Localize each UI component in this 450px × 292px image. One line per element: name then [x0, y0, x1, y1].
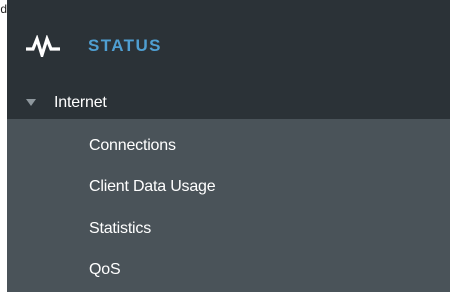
sidebar-header[interactable]: STATUS — [7, 0, 450, 87]
section-title: STATUS — [88, 36, 162, 55]
sidebar-item-connections[interactable]: Connections — [7, 129, 450, 163]
cutoff-text: d — [0, 2, 7, 16]
caret-down-icon — [26, 99, 36, 106]
sidebar-item-client-data-usage[interactable]: Client Data Usage — [7, 170, 450, 204]
sidebar-item-qos[interactable]: QoS — [7, 253, 450, 287]
sidebar-item-label: Connections — [89, 137, 176, 154]
sidebar-item-label: QoS — [89, 261, 121, 278]
status-sidebar: STATUS Internet Connections Client Data … — [7, 0, 450, 292]
sidebar-group-label: Internet — [54, 94, 107, 111]
activity-pulse-icon — [26, 35, 60, 57]
sidebar-item-label: Statistics — [89, 220, 152, 237]
sidebar-item-statistics[interactable]: Statistics — [7, 212, 450, 246]
sidebar-item-label: Client Data Usage — [89, 178, 216, 195]
sidebar-group-internet[interactable]: Internet — [7, 87, 450, 119]
